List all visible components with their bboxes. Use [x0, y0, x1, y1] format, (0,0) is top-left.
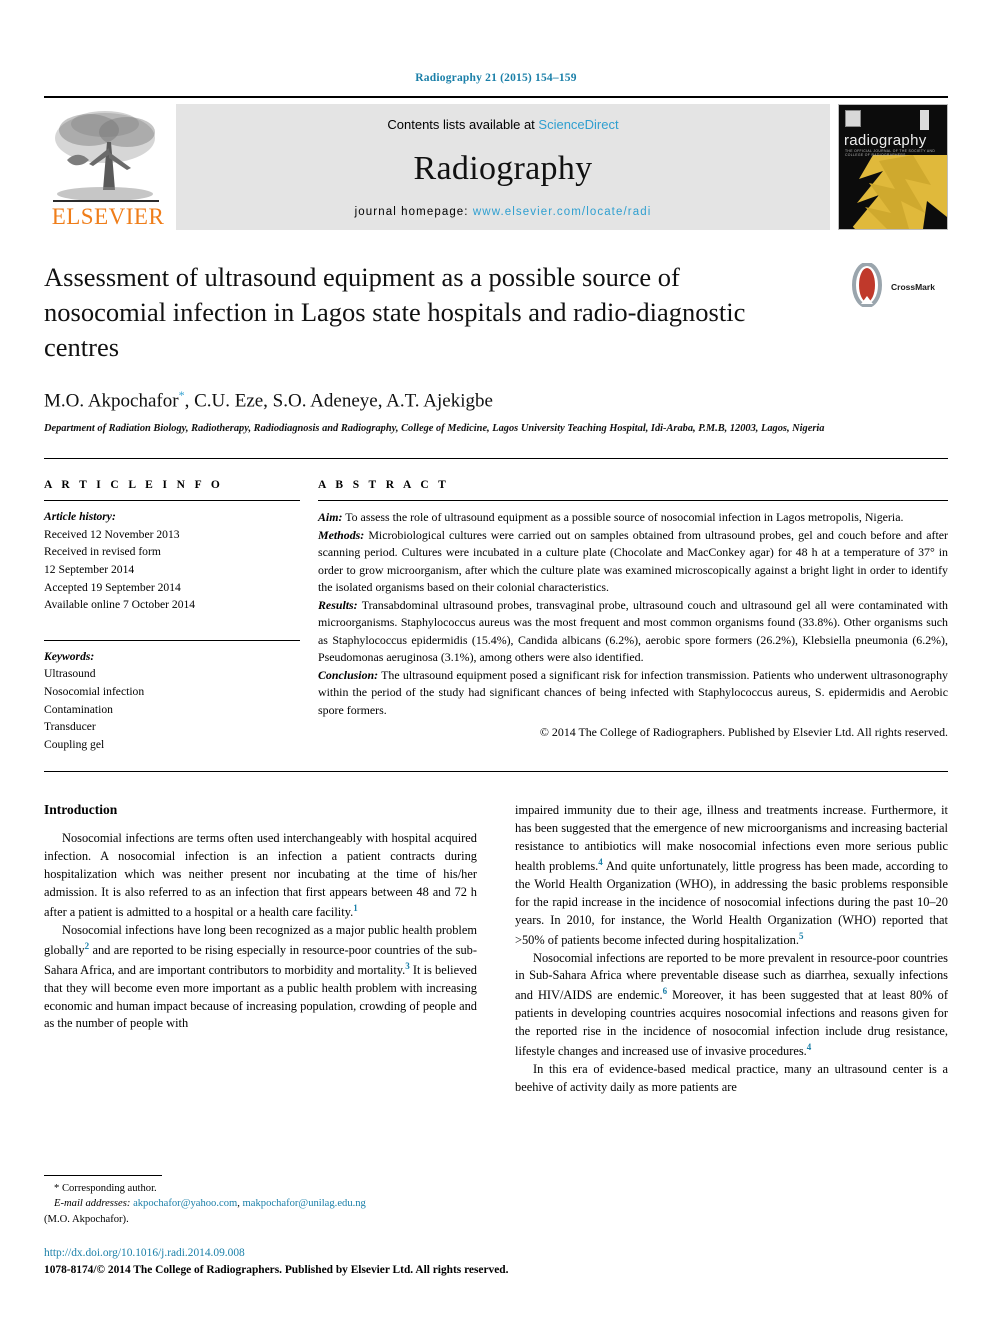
- section-heading-introduction: Introduction: [44, 802, 118, 818]
- keyword-item: Coupling gel: [44, 737, 105, 751]
- keyword-item: Transducer: [44, 720, 96, 734]
- info-abstract-section: A R T I C L E I N F O Article history: R…: [44, 459, 948, 753]
- journal-homepage-line: journal homepage: www.elsevier.com/locat…: [355, 206, 652, 218]
- citation-ref[interactable]: 4: [807, 1042, 812, 1052]
- cover-mark-icon: [920, 110, 929, 130]
- footnote-divider: [44, 1174, 162, 1176]
- history-item: Received in revised form: [44, 545, 161, 559]
- cover-subtitle-text: THE OFFICIAL JOURNAL OF THE SOCIETY AND …: [845, 149, 936, 157]
- history-item: Accepted 19 September 2014: [44, 580, 181, 594]
- crossmark-icon: [846, 261, 888, 312]
- doi-link[interactable]: http://dx.doi.org/10.1016/j.radi.2014.09…: [44, 1245, 744, 1262]
- history-item: 12 September 2014: [44, 562, 135, 576]
- cover-title-text: radiography: [844, 132, 927, 149]
- title-block: Assessment of ultrasound equipment as a …: [44, 260, 948, 436]
- email-note: E-mail addresses: akpochafor@yahoo.com, …: [44, 1196, 464, 1211]
- journal-banner: ELSEVIER Contents lists available at Sci…: [44, 96, 948, 230]
- elsevier-logo: ELSEVIER: [44, 104, 172, 230]
- history-item: Available online 7 October 2014: [44, 598, 196, 612]
- history-item: Received 12 November 2013: [44, 527, 180, 541]
- footnote-corresponding-text: Corresponding author.: [59, 1182, 157, 1194]
- body-paragraph: Nosocomial infections have long been rec…: [44, 922, 477, 1033]
- abstract-aim: Aim: To assess the role of ultrasound eq…: [318, 509, 948, 527]
- body-paragraph: Nosocomial infections are terms often us…: [44, 830, 477, 921]
- abstract-results-text: Transabdominal ultrasound probes, transv…: [318, 597, 948, 665]
- abstract-heading: A B S T R A C T: [318, 479, 450, 492]
- article-info-heading: A R T I C L E I N F O: [44, 479, 224, 492]
- abstract-results-label: Results:: [318, 597, 358, 612]
- abstract-conclusion-label: Conclusion:: [318, 667, 379, 682]
- footnote-block: * Corresponding author. E-mail addresses…: [44, 1174, 464, 1227]
- abstract-methods-label: Methods:: [318, 527, 365, 542]
- sciencedirect-link[interactable]: ScienceDirect: [538, 117, 618, 132]
- abstract-methods-text: Microbiological cultures were carried ou…: [318, 527, 948, 595]
- paper-page: Radiography 21 (2015) 154–159 ELSEVIER C…: [0, 0, 992, 1323]
- article-history-block: Article history: Received 12 November 20…: [44, 501, 300, 614]
- cover-emblem-icon: [845, 110, 861, 127]
- body-paragraph: In this era of evidence-based medical pr…: [515, 1061, 948, 1097]
- keyword-item: Contamination: [44, 702, 113, 716]
- body-text: Nosocomial infections are terms often us…: [44, 831, 477, 919]
- elsevier-wordmark: ELSEVIER: [51, 204, 165, 229]
- journal-homepage-link[interactable]: www.elsevier.com/locate/radi: [473, 206, 651, 218]
- body-text: In this era of evidence-based medical pr…: [515, 1061, 948, 1094]
- body-columns: Introduction Nosocomial infections are t…: [44, 802, 948, 1096]
- keywords-block: Keywords: Ultrasound Nosocomial infectio…: [44, 633, 300, 754]
- crossmark-badge[interactable]: CrossMark: [846, 261, 948, 312]
- body-column-right: impaired immunity due to their age, illn…: [515, 802, 948, 1096]
- abstract-methods: Methods: Microbiological cultures were c…: [318, 527, 948, 597]
- article-history-label: Article history:: [44, 510, 116, 524]
- citation-ref[interactable]: 1: [353, 903, 358, 913]
- article-info-column: A R T I C L E I N F O Article history: R…: [44, 479, 318, 753]
- corresponding-author-note: * Corresponding author.: [44, 1181, 464, 1196]
- keyword-item: Ultrasound: [44, 667, 96, 681]
- running-head: Radiography 21 (2015) 154–159: [415, 72, 577, 84]
- author-rest: , C.U. Eze, S.O. Adeneye, A.T. Ajekigbe: [184, 390, 493, 412]
- banner-center-panel: Contents lists available at ScienceDirec…: [176, 104, 830, 230]
- citation-ref[interactable]: 5: [799, 931, 804, 941]
- author-first: M.O. Akpochafor: [44, 390, 179, 412]
- abstract-aim-label: Aim:: [318, 510, 343, 525]
- abstract-copyright: © 2014 The College of Radiographers. Pub…: [539, 725, 948, 740]
- journal-title: Radiography: [413, 150, 593, 187]
- contents-available-line: Contents lists available at ScienceDirec…: [387, 117, 618, 132]
- abstract-results: Results: Transabdominal ultrasound probe…: [318, 597, 948, 667]
- abstract-column: A B S T R A C T Aim: To assess the role …: [318, 479, 948, 753]
- abstract-body: Aim: To assess the role of ultrasound eq…: [318, 501, 948, 742]
- affiliation: Department of Radiation Biology, Radioth…: [44, 423, 825, 435]
- author-list: M.O. Akpochafor*, C.U. Eze, S.O. Adeneye…: [44, 388, 948, 412]
- body-column-left: Introduction Nosocomial infections are t…: [44, 802, 477, 1096]
- issn-copyright-line: 1078-8174/© 2014 The College of Radiogra…: [44, 1263, 509, 1276]
- email-owner: (M.O. Akpochafor).: [44, 1213, 129, 1225]
- page-title: Assessment of ultrasound equipment as a …: [44, 262, 746, 363]
- email-link-primary[interactable]: akpochafor@yahoo.com: [133, 1198, 237, 1209]
- abstract-conclusion-text: The ultrasound equipment posed a signifi…: [318, 667, 948, 717]
- page-footer: http://dx.doi.org/10.1016/j.radi.2014.09…: [44, 1245, 744, 1279]
- keyword-item: Nosocomial infection: [44, 684, 145, 698]
- homepage-prefix: journal homepage:: [354, 206, 473, 218]
- crossmark-label: CrossMark: [891, 282, 935, 292]
- email-label: E-mail addresses:: [54, 1198, 131, 1210]
- elsevier-tree-icon: [49, 108, 167, 204]
- keywords-label: Keywords:: [44, 649, 95, 663]
- email-link-secondary[interactable]: makpochafor@unilag.edu.ng: [243, 1198, 366, 1209]
- body-paragraph: impaired immunity due to their age, illn…: [515, 802, 948, 949]
- journal-cover-thumbnail: radiography THE OFFICIAL JOURNAL OF THE …: [838, 104, 948, 230]
- abstract-aim-text: To assess the role of ultrasound equipme…: [342, 510, 904, 525]
- contents-prefix: Contents lists available at: [387, 117, 539, 132]
- body-paragraph: Nosocomial infections are reported to be…: [515, 950, 948, 1061]
- abstract-conclusion: Conclusion: The ultrasound equipment pos…: [318, 667, 948, 720]
- abstract-bottom-divider: [44, 771, 948, 773]
